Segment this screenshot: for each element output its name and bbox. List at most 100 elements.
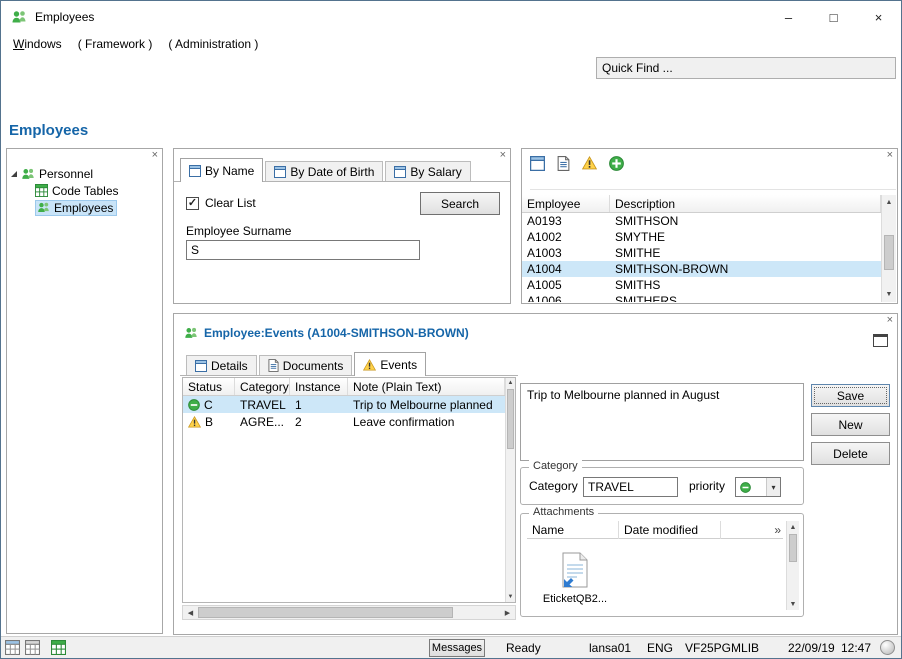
scroll-up-icon[interactable]: ▲ — [506, 378, 515, 388]
events-panel: × Employee:Events (A1004-SMITHSON-BROWN)… — [173, 313, 898, 635]
surname-input[interactable] — [186, 240, 420, 260]
col-status[interactable]: Status — [183, 378, 235, 395]
document-icon[interactable] — [557, 156, 570, 171]
event-row[interactable]: B AGRE... 2 Leave confirmation — [183, 413, 505, 430]
tree-item-employees[interactable]: Employees — [31, 199, 162, 216]
tab-label: Events — [380, 358, 417, 372]
scroll-down-icon[interactable]: ▼ — [882, 287, 896, 302]
surname-label: Employee Surname — [186, 224, 291, 238]
tab-by-name[interactable]: By Name — [180, 158, 263, 182]
save-button[interactable]: Save — [811, 384, 890, 407]
col-category[interactable]: Category — [235, 378, 290, 395]
menu-administration[interactable]: ( Administration ) — [160, 37, 266, 51]
grid-icon[interactable] — [25, 640, 41, 656]
attachment-file-item[interactable]: EticketQB2... — [537, 552, 613, 605]
chevron-down-icon[interactable]: ▾ — [766, 478, 780, 496]
warning-icon[interactable] — [582, 156, 597, 170]
attachments-scrollbar[interactable]: ▲ ▼ — [786, 521, 799, 610]
table-row[interactable]: A0193SMITHSON — [522, 213, 881, 229]
scroll-thumb[interactable] — [884, 235, 894, 270]
tab-by-date-of-birth[interactable]: By Date of Birth — [265, 161, 383, 181]
close-icon[interactable]: × — [152, 149, 158, 162]
note-textarea[interactable]: Trip to Melbourne planned in August — [520, 383, 804, 461]
status-ok-icon — [188, 399, 200, 411]
status-date: 22/09/19 — [788, 641, 835, 655]
category-input[interactable] — [583, 477, 678, 497]
minimize-button[interactable]: – — [766, 1, 811, 33]
tree-item-personnel[interactable]: Personnel — [7, 165, 162, 182]
tab-label: By Name — [205, 164, 254, 178]
tree-item-code-tables[interactable]: Code Tables — [31, 182, 162, 199]
tab-details[interactable]: Details — [186, 355, 257, 375]
attachments-group: Attachments Name Date modified » Eticket… — [520, 513, 804, 617]
document-icon — [268, 359, 279, 372]
close-icon[interactable]: × — [887, 314, 893, 327]
menu-framework[interactable]: ( Framework ) — [70, 37, 161, 51]
delete-button[interactable]: Delete — [811, 442, 890, 465]
tab-documents[interactable]: Documents — [259, 355, 353, 375]
tab-label: By Salary — [410, 165, 461, 179]
search-tabstrip: By Name By Date of Birth By Salary — [174, 158, 510, 182]
clear-list-label[interactable]: Clear List — [205, 196, 256, 210]
priority-ok-icon — [740, 482, 751, 493]
table-row[interactable]: A1002SMYTHE — [522, 229, 881, 245]
events-vertical-scrollbar[interactable]: ▲ ▼ — [505, 378, 515, 602]
col-instance[interactable]: Instance — [290, 378, 348, 395]
people-icon — [21, 167, 35, 181]
col-employee[interactable]: Employee — [522, 195, 610, 212]
scroll-thumb[interactable] — [507, 389, 514, 449]
menu-windows[interactable]: Windows — [5, 37, 70, 51]
scroll-down-icon[interactable]: ▼ — [787, 598, 799, 610]
form-icon — [274, 166, 286, 178]
tab-events[interactable]: Events — [354, 352, 426, 376]
messages-button[interactable]: Messages — [429, 639, 485, 657]
scroll-left-icon[interactable]: ◀ — [183, 606, 198, 619]
category-label: Category — [529, 479, 578, 493]
tab-label: By Date of Birth — [290, 165, 374, 179]
clear-list-checkbox[interactable]: ✓ — [186, 197, 199, 210]
search-panel: × By Name By Date of Birth By Salary ✓ C… — [173, 148, 511, 304]
category-group: Category Category priority ▾ — [520, 467, 804, 505]
new-button[interactable]: New — [811, 413, 890, 436]
chevron-more-icon[interactable]: » — [774, 523, 783, 537]
table-row[interactable]: A1005SMITHS — [522, 277, 881, 293]
status-ready: Ready — [506, 641, 541, 655]
close-button[interactable]: × — [856, 1, 901, 33]
scroll-up-icon[interactable]: ▲ — [882, 195, 896, 210]
scroll-down-icon[interactable]: ▼ — [506, 592, 515, 602]
col-name[interactable]: Name — [527, 521, 619, 539]
col-date-modified[interactable]: Date modified — [619, 521, 721, 539]
maximize-pane-icon[interactable] — [873, 334, 888, 347]
status-bar: Messages Ready lansa01 ENG VF25PGMLIB 22… — [1, 636, 901, 658]
event-row-selected[interactable]: C TRAVEL 1 Trip to Melbourne planned — [183, 396, 505, 413]
title-bar: Employees – □ × — [1, 1, 901, 33]
table-row[interactable]: A1006SMITHERS — [522, 293, 881, 302]
scroll-up-icon[interactable]: ▲ — [787, 521, 799, 533]
maximize-button[interactable]: □ — [811, 1, 856, 33]
table-row[interactable]: A1003SMITHE — [522, 245, 881, 261]
table-row-selected[interactable]: A1004SMITHSON-BROWN — [522, 261, 881, 277]
results-scrollbar[interactable]: ▲ ▼ — [881, 195, 896, 302]
details-view-icon[interactable] — [530, 156, 545, 171]
col-note[interactable]: Note (Plain Text) — [348, 378, 505, 395]
events-horizontal-scrollbar[interactable]: ◀ ▶ — [182, 605, 516, 620]
calendar-grid-icon[interactable] — [5, 640, 21, 656]
search-button[interactable]: Search — [420, 192, 500, 215]
scroll-thumb[interactable] — [789, 534, 797, 562]
people-icon — [37, 201, 50, 214]
col-description[interactable]: Description — [610, 195, 881, 212]
add-icon[interactable] — [609, 156, 624, 171]
tab-by-salary[interactable]: By Salary — [385, 161, 470, 181]
priority-dropdown[interactable]: ▾ — [735, 477, 781, 497]
expander-icon[interactable] — [11, 171, 17, 177]
warning-icon — [363, 359, 376, 371]
scroll-thumb[interactable] — [198, 607, 453, 618]
tab-label: Details — [211, 359, 248, 373]
quick-find-label: Quick Find ... — [602, 61, 673, 75]
quick-find[interactable]: Quick Find ... — [596, 57, 896, 79]
scroll-right-icon[interactable]: ▶ — [500, 606, 515, 619]
results-toolbar — [530, 156, 896, 190]
green-grid-icon[interactable] — [51, 640, 67, 656]
app-window: Employees – □ × Windows ( Framework ) ( … — [0, 0, 902, 659]
results-table: Employee Description A0193SMITHSON A1002… — [522, 195, 881, 302]
